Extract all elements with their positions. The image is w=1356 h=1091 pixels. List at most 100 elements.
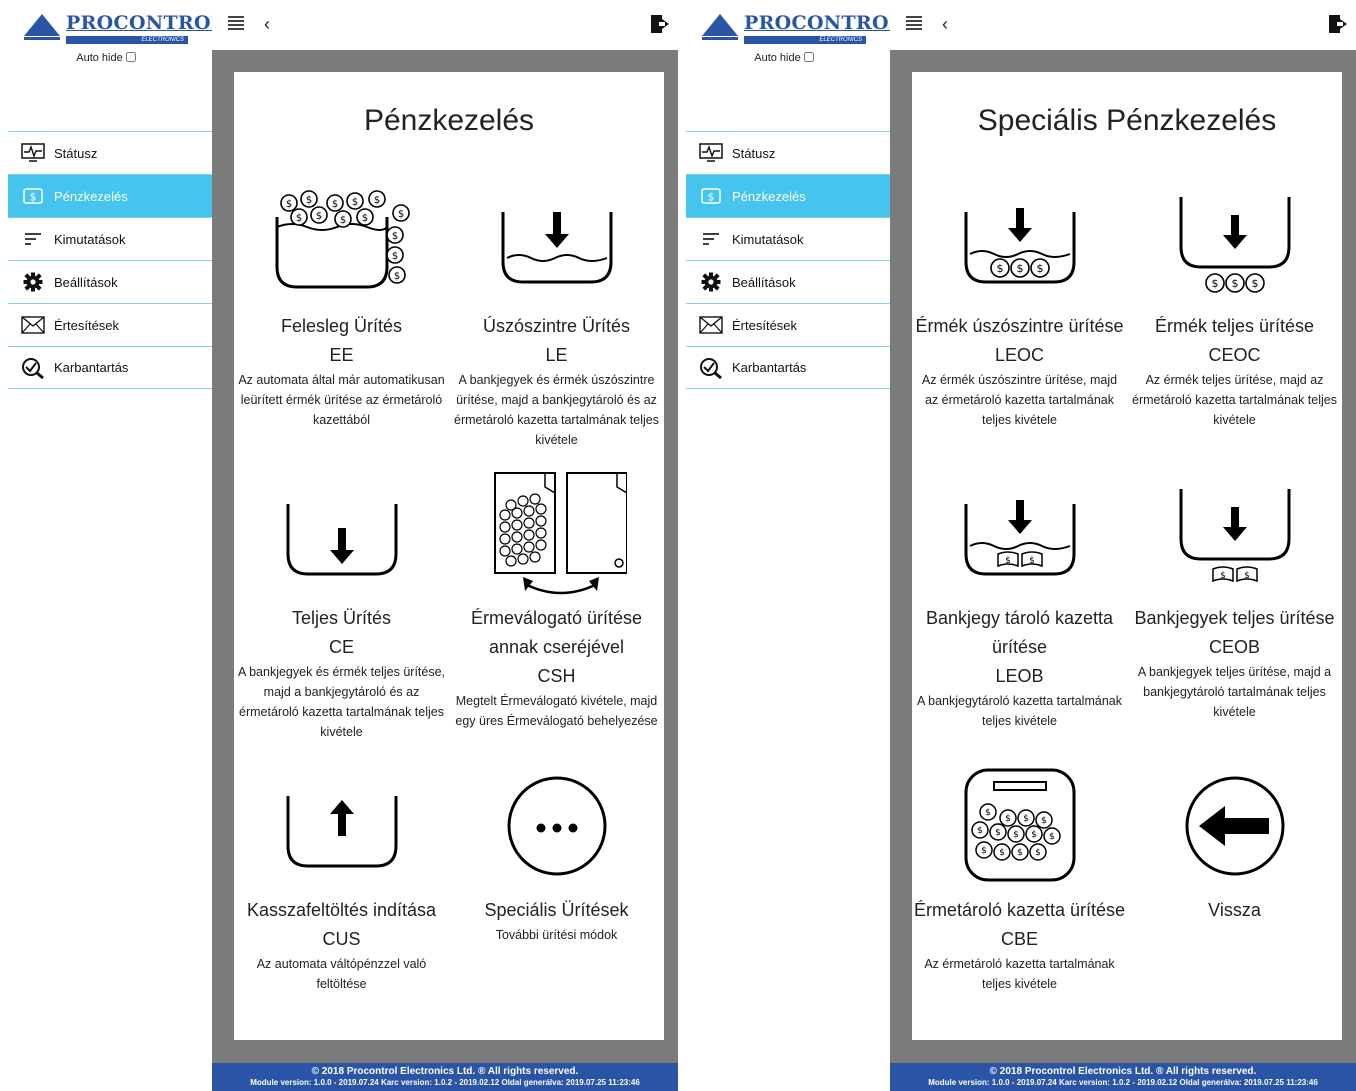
hamburger-menu-icon[interactable] xyxy=(228,16,244,35)
auto-hide-label: Auto hide xyxy=(76,52,123,64)
svg-text:$: $ xyxy=(285,199,291,210)
tile-ermek-uszoszintre[interactable]: $ $ $ Érmék úszószintre ürítése LEOC Az ér… xyxy=(912,172,1127,430)
svg-text:$: $ xyxy=(996,262,1003,275)
tile-specialis-uritesek[interactable]: Speciális Ürítések További ürítési módok xyxy=(449,756,664,945)
tile-desc: A bankjegyek és érmék teljes ürítése, ma… xyxy=(237,665,446,739)
tile-desc: A bankjegyek teljes ürítése, majd a bank… xyxy=(1137,665,1332,719)
svg-text:$: $ xyxy=(393,271,399,282)
tile-code: CEOC xyxy=(1208,345,1261,365)
more-dots-icon xyxy=(449,756,664,896)
sidebar-item-kimutatasok[interactable]: Kimutatások xyxy=(686,217,890,260)
svg-text:$: $ xyxy=(1036,262,1043,275)
coins-overflow-icon: $ $ $ $ $ $ $ $ $ $ $ $ $ xyxy=(234,172,449,312)
bin-coins-out-icon: $ $ $ xyxy=(1127,172,1342,312)
bin-arrow-down-icon xyxy=(234,464,449,604)
page-title: Speciális Pénzkezelés xyxy=(977,104,1277,137)
tile-teljes-urites[interactable]: Teljes Ürítés CE A bankjegyek és érmék t… xyxy=(234,464,449,742)
footer: © 2018 Procontrol Electronics Ltd. ® All… xyxy=(212,1063,678,1091)
chevron-left-icon[interactable]: ‹ xyxy=(942,14,948,35)
brand-name: PROCONTROL xyxy=(66,12,225,34)
svg-text:$: $ xyxy=(995,828,1001,838)
tile-code: CEOB xyxy=(1208,637,1260,657)
page-title: Pénzkezelés xyxy=(363,104,535,137)
tile-desc: Az érmetároló kazetta tartalmának teljes… xyxy=(924,957,1115,991)
tile-bankjegyek-teljes[interactable]: $ $ Bankjegyek teljes ürítése CEOB A bank… xyxy=(1127,464,1342,722)
tile-ermetarolo-kazetta[interactable]: $ $ $ $ $ $ $ $ $ $ $ $ $ Érmetároló kazetta üríté… xyxy=(912,756,1127,994)
procontrol-logo[interactable]: PROCONTROL ELECTRONICS xyxy=(24,12,224,48)
svg-text:$: $ xyxy=(305,195,311,206)
svg-text:$: $ xyxy=(1244,571,1250,581)
tile-vissza[interactable]: Vissza xyxy=(1127,756,1342,925)
sidebar-item-kimutatasok[interactable]: Kimutatások xyxy=(8,217,212,260)
procontrol-logo[interactable]: PROCONTROL ELECTRONICS xyxy=(702,12,902,48)
tile-desc: Megtelt Érmeválogató kivétele, majd egy … xyxy=(455,694,658,728)
svg-text:$: $ xyxy=(1041,816,1047,826)
tile-name: Érmék úszószintre ürítése xyxy=(915,316,1124,336)
hamburger-menu-icon[interactable] xyxy=(906,16,922,35)
top-bar: ‹ xyxy=(212,0,678,50)
monitor-pulse-icon xyxy=(698,142,724,164)
auto-hide-checkbox[interactable] xyxy=(803,52,814,62)
auto-hide-checkbox[interactable] xyxy=(125,52,136,62)
coin-sorter-swap-icon xyxy=(449,464,664,604)
sidebar-item-penzkezeles[interactable]: $ Pénzkezelés xyxy=(8,174,212,217)
sidebar-item-status[interactable]: Státusz xyxy=(8,131,212,174)
sidebar-item-label: Értesítések xyxy=(732,317,798,333)
svg-text:$: $ xyxy=(977,826,983,836)
sidebar-item-beallitasok[interactable]: Beállítások xyxy=(8,260,212,303)
svg-text:$: $ xyxy=(361,213,367,224)
chevron-left-icon[interactable]: ‹ xyxy=(264,14,270,35)
right-screen: PROCONTROL ELECTRONICS Auto hide Státusz… xyxy=(678,0,1356,1091)
tile-name: Vissza xyxy=(1208,900,1261,920)
footer: © 2018 Procontrol Electronics Ltd. ® All… xyxy=(890,1063,1356,1091)
sidebar-item-status[interactable]: Státusz xyxy=(686,131,890,174)
logout-icon[interactable] xyxy=(1328,14,1348,39)
tile-uszoszintre-urites[interactable]: Úszószintre Ürítés LE A bankjegyek és ér… xyxy=(449,172,664,450)
sidebar-item-penzkezeles[interactable]: $ Pénzkezelés xyxy=(686,174,890,217)
logout-icon[interactable] xyxy=(650,14,670,39)
svg-text:$: $ xyxy=(295,213,301,224)
sidebar-item-label: Beállítások xyxy=(732,274,796,290)
bin-notes-float-icon: $ $ xyxy=(912,464,1127,604)
svg-text:$: $ xyxy=(1211,277,1218,290)
svg-text:$: $ xyxy=(999,848,1005,858)
svg-text:$: $ xyxy=(1016,262,1023,275)
monitor-pulse-icon xyxy=(20,142,46,164)
sidebar-item-karbantartas[interactable]: Karbantartás xyxy=(686,346,890,389)
tile-kasszafeltoltes[interactable]: Kasszafeltöltés indítása CUS Az automata… xyxy=(234,756,449,994)
tile-name: Úszószintre Ürítés xyxy=(482,316,631,336)
tile-name: Bankjegyek teljes ürítése xyxy=(1134,608,1335,628)
tile-name: Bankjegy tároló kazetta ürítése xyxy=(925,608,1114,657)
tile-ermek-teljes[interactable]: $ $ $ Érmék teljes ürítése CEOC Az érmék t… xyxy=(1127,172,1342,430)
svg-text:$: $ xyxy=(1231,277,1238,290)
svg-text:$: $ xyxy=(397,209,403,220)
tile-felesleg-urites[interactable]: $ $ $ $ $ $ $ $ $ $ $ $ $ Felesleg Ürítés EE Az au… xyxy=(234,172,449,430)
svg-text:$: $ xyxy=(373,195,379,206)
sidebar-item-ertesitesek[interactable]: Értesítések xyxy=(8,303,212,346)
top-bar: ‹ xyxy=(890,0,1356,50)
tile-name: Érmék teljes ürítése xyxy=(1154,316,1315,336)
envelope-icon xyxy=(20,314,46,336)
svg-text:$: $ xyxy=(331,199,337,210)
sidebar-item-karbantartas[interactable]: Karbantartás xyxy=(8,346,212,389)
svg-text:$: $ xyxy=(985,808,991,818)
sidebar-item-label: Pénzkezelés xyxy=(732,188,806,204)
sidebar-item-beallitasok[interactable]: Beállítások xyxy=(686,260,890,303)
sidebar-item-ertesitesek[interactable]: Értesítések xyxy=(686,303,890,346)
tile-desc: Az automata váltópénzzel való feltöltése xyxy=(256,957,427,991)
tile-code: LE xyxy=(545,345,568,365)
svg-text:$: $ xyxy=(1220,571,1226,581)
auto-hide-toggle: Auto hide xyxy=(678,52,890,64)
sidebar-item-label: Pénzkezelés xyxy=(54,188,128,204)
footer-versions: Module version: 1.0.0 - 2019.07.24 Karc … xyxy=(250,1078,640,1087)
tile-ermevalogato-csere[interactable]: Érmeválogató ürítése annak cseréjével CS… xyxy=(449,464,664,731)
content-card: Speciális Pénzkezelés $ $ $ Érmék úszószin… xyxy=(912,72,1342,1040)
tile-bankjegy-taroló-kazetta[interactable]: $ $ Bankjegy tároló kazetta ürítése LEOB … xyxy=(912,464,1127,731)
coin-cassette-icon: $ $ $ $ $ $ $ $ $ $ $ $ $ xyxy=(912,756,1127,896)
gear-icon xyxy=(20,271,46,293)
tile-desc: A bankjegytároló kazetta tartalmának tel… xyxy=(917,694,1122,728)
svg-text:$: $ xyxy=(1251,277,1258,290)
sidebar-item-label: Értesítések xyxy=(54,317,120,333)
svg-text:$: $ xyxy=(1031,830,1037,840)
money-icon: $ xyxy=(698,185,724,207)
